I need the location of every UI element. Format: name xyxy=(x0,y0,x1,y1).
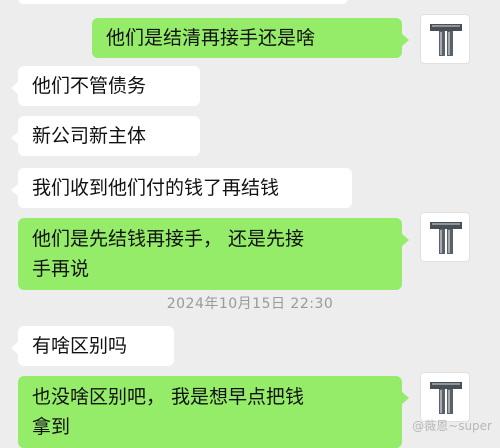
steel-beam-t-icon xyxy=(430,382,462,414)
steel-beam-t-icon xyxy=(430,24,462,56)
message-timestamp: 2024年10月15日 22:30 xyxy=(166,296,334,312)
steel-beam-t-icon xyxy=(430,222,462,254)
incoming-message-bubble[interactable]: 新公司新主体 xyxy=(11,116,200,156)
outgoing-message-bubble[interactable]: 也没啥区别吧， 我是想早点把钱 拿到 xyxy=(18,376,409,448)
incoming-message-bubble[interactable]: 我们收到他们付的钱了再结钱 xyxy=(11,168,352,208)
outgoing-message-bubble[interactable]: 他们是结清再接手还是啥 xyxy=(92,18,409,58)
outgoing-message-bubble[interactable]: 他们是先结钱再接手， 还是先接 手再说 xyxy=(18,218,409,290)
chat-window: 他们是结清再接手还是啥 他们不管债务 新公司新主体 我们收到他们付的钱了再结钱 … xyxy=(0,0,500,448)
incoming-message-bubble[interactable]: 他们不管债务 xyxy=(11,66,200,106)
avatar[interactable] xyxy=(420,372,470,422)
avatar[interactable] xyxy=(420,14,470,64)
watermark: @薇恩~super xyxy=(412,419,492,433)
partial-message-bubble[interactable] xyxy=(18,0,348,4)
incoming-message-bubble[interactable]: 有啥区别吗 xyxy=(11,326,174,366)
avatar[interactable] xyxy=(420,212,470,262)
